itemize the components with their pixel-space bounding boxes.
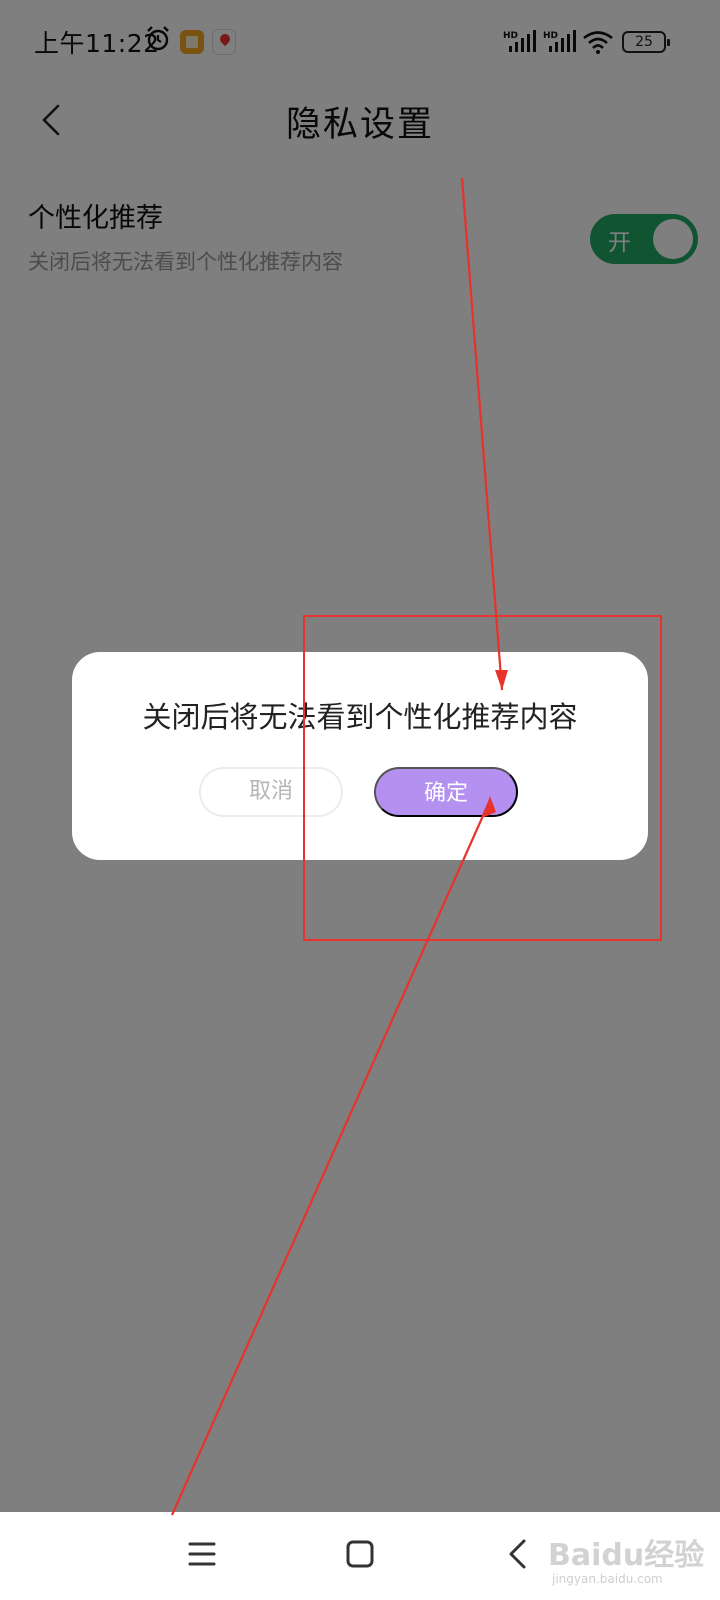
annotation-box [303, 615, 662, 941]
watermark-sub: jingyan.baidu.com [552, 1572, 663, 1586]
back-icon[interactable] [506, 1538, 528, 1570]
menu-icon[interactable] [188, 1540, 216, 1568]
home-icon[interactable] [346, 1540, 374, 1568]
watermark: Baidu经验 [548, 1538, 705, 1573]
